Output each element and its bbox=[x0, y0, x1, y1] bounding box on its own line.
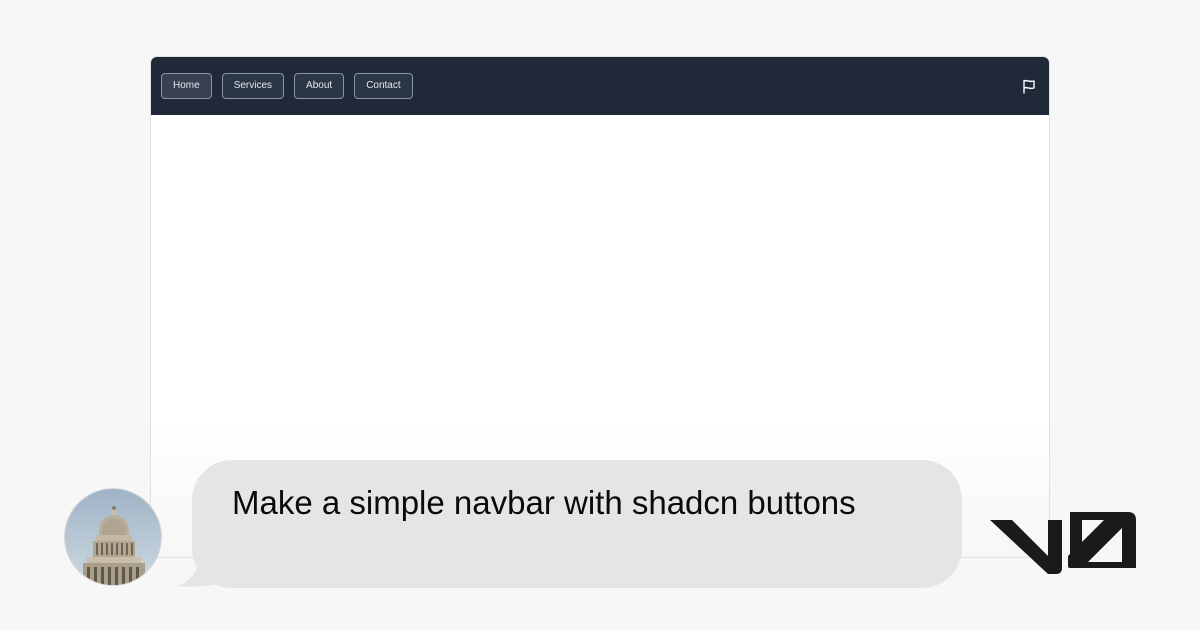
nav-button-contact[interactable]: Contact bbox=[354, 73, 413, 99]
flag-button[interactable] bbox=[1019, 76, 1039, 96]
nav-links: Home Services About Contact bbox=[161, 73, 413, 99]
og-card: Home Services About Contact Make a simpl… bbox=[0, 0, 1200, 630]
nav-button-about[interactable]: About bbox=[294, 73, 345, 99]
user-avatar bbox=[64, 488, 162, 586]
capitol-dome-photo bbox=[65, 489, 161, 585]
v0-logo bbox=[990, 512, 1136, 574]
chat-bubble: Make a simple navbar with shadcn buttons bbox=[192, 460, 962, 588]
nav-button-services[interactable]: Services bbox=[221, 73, 285, 99]
chat-message: Make a simple navbar with shadcn buttons bbox=[232, 484, 856, 521]
nav-button-home[interactable]: Home bbox=[161, 73, 212, 99]
navbar: Home Services About Contact bbox=[151, 57, 1049, 115]
flag-icon bbox=[1023, 79, 1035, 94]
